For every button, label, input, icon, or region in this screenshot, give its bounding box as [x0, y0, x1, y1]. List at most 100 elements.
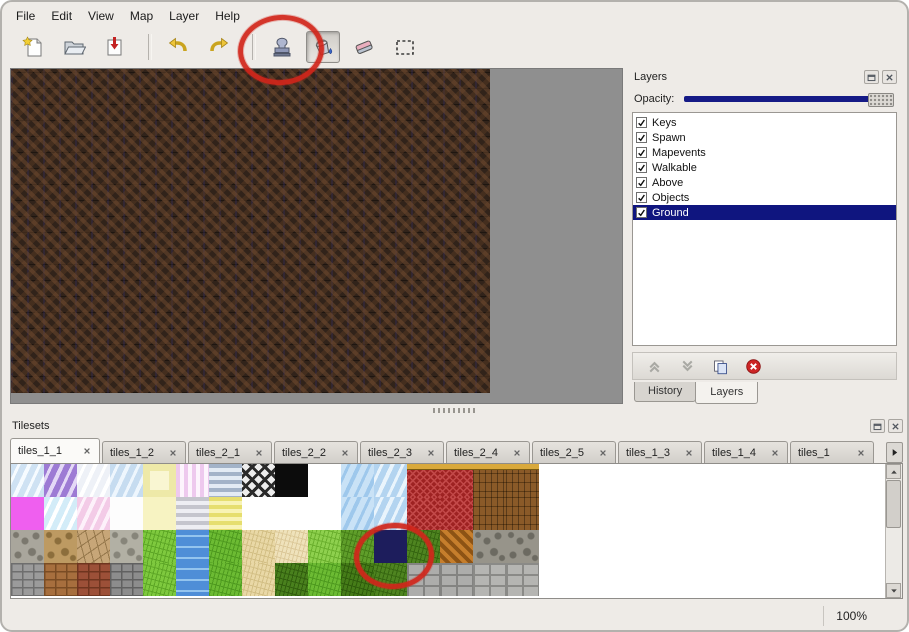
tile-carpet-red-trim[interactable] [440, 464, 473, 497]
horizontal-splitter[interactable] [10, 406, 897, 415]
tileset-tab-tiles_2_3[interactable]: tiles_2_3 [360, 441, 444, 463]
layer-row-above[interactable]: Above [633, 175, 896, 190]
tile-water-glint[interactable] [374, 497, 407, 530]
layer-visibility-checkbox[interactable] [636, 132, 647, 143]
tileset-tab-tiles_2_1[interactable]: tiles_2_1 [188, 441, 272, 463]
tileset-tab-tiles_2_2[interactable]: tiles_2_2 [274, 441, 358, 463]
tile-sand[interactable] [242, 563, 275, 596]
tile-brick-gray[interactable] [11, 563, 44, 596]
layer-visibility-checkbox[interactable] [636, 162, 647, 173]
tile-slabs[interactable] [440, 563, 473, 596]
opacity-slider[interactable] [684, 92, 894, 106]
opacity-slider-handle[interactable] [868, 93, 894, 107]
duplicate-layer-button[interactable] [709, 356, 731, 376]
tile-cream[interactable] [143, 497, 176, 530]
tab-close-icon[interactable] [770, 448, 780, 458]
layer-row-walkable[interactable]: Walkable [633, 160, 896, 175]
tile-carpet-red[interactable] [440, 497, 473, 530]
tileset-vertical-scrollbar[interactable] [885, 464, 902, 598]
tile-brick-brown[interactable] [44, 563, 77, 596]
tile-white[interactable] [275, 497, 308, 530]
layer-row-spawn[interactable]: Spawn [633, 130, 896, 145]
raise-layer-button[interactable] [643, 356, 665, 376]
tile-brick-red[interactable] [77, 563, 110, 596]
tile-water-deep[interactable] [176, 530, 209, 563]
tile-grass-mottled[interactable] [407, 530, 440, 563]
menu-layer[interactable]: Layer [161, 5, 207, 27]
tile-meadow[interactable] [341, 530, 374, 563]
map-canvas[interactable] [11, 69, 490, 393]
tilesets-panel-float-button[interactable] [870, 419, 885, 433]
scroll-down-button[interactable] [886, 583, 901, 598]
layer-row-ground[interactable]: Ground [633, 205, 896, 220]
tile-water-blue[interactable] [341, 464, 374, 497]
tile-grass-dark[interactable] [275, 563, 308, 596]
tile-earth-cracked[interactable] [77, 530, 110, 563]
tile-meadow-dark[interactable] [341, 563, 374, 596]
tile-planks[interactable] [506, 497, 539, 530]
tile-stripes-gray[interactable] [176, 497, 209, 530]
tab-close-icon[interactable] [82, 446, 92, 456]
layer-visibility-checkbox[interactable] [636, 117, 647, 128]
tab-close-icon[interactable] [254, 448, 264, 458]
save-button[interactable] [98, 31, 132, 63]
tile-pebbles[interactable] [110, 530, 143, 563]
layer-visibility-checkbox[interactable] [636, 207, 647, 218]
tab-close-icon[interactable] [340, 448, 350, 458]
tile-grass-green[interactable] [209, 563, 242, 596]
tile-grass-mottled[interactable] [374, 563, 407, 596]
tileset-tab-tiles_1_1[interactable]: tiles_1_1 [10, 438, 100, 463]
tile-water-glint[interactable] [374, 464, 407, 497]
tile-white[interactable] [110, 497, 143, 530]
tile-stripes-slate[interactable] [209, 464, 242, 497]
tile-planks-trim[interactable] [506, 464, 539, 497]
tab-layers[interactable]: Layers [695, 382, 758, 404]
layer-row-objects[interactable]: Objects [633, 190, 896, 205]
tile-planks[interactable] [473, 497, 506, 530]
tile-crystal-white[interactable] [77, 464, 110, 497]
tile-sand[interactable] [242, 530, 275, 563]
undo-button[interactable] [161, 31, 195, 63]
tab-close-icon[interactable] [168, 448, 178, 458]
bucket-fill-button[interactable] [306, 31, 340, 63]
layer-visibility-checkbox[interactable] [636, 177, 647, 188]
tilesets-panel-close-button[interactable] [888, 419, 903, 433]
tile-crystal-purple[interactable] [44, 464, 77, 497]
tile-brick-dark[interactable] [110, 563, 143, 596]
tile-carpet-red-trim[interactable] [407, 464, 440, 497]
tile-white[interactable] [308, 464, 341, 497]
menu-file[interactable]: File [8, 5, 43, 27]
tile-lattice[interactable] [242, 464, 275, 497]
layer-visibility-checkbox[interactable] [636, 147, 647, 158]
tile-stones[interactable] [473, 530, 506, 563]
open-folder-button[interactable] [57, 31, 91, 63]
tile-magenta[interactable] [11, 497, 44, 530]
tile-weave-rust[interactable] [440, 530, 473, 563]
tile-carpet-red[interactable] [407, 497, 440, 530]
eraser-button[interactable] [347, 31, 381, 63]
tile-white[interactable] [308, 497, 341, 530]
tile-slabs[interactable] [506, 563, 539, 596]
tile-grass-bright[interactable] [143, 563, 176, 596]
redo-button[interactable] [202, 31, 236, 63]
tile-rock-gray[interactable] [11, 530, 44, 563]
tile-water-deep[interactable] [176, 563, 209, 596]
tile-planks-trim[interactable] [473, 464, 506, 497]
tab-close-icon[interactable] [598, 448, 608, 458]
tab-close-icon[interactable] [684, 448, 694, 458]
tile-grass-green[interactable] [308, 563, 341, 596]
delete-layer-button[interactable] [742, 356, 764, 376]
stamp-button[interactable] [265, 31, 299, 63]
tile-grass-lime[interactable] [308, 530, 341, 563]
menu-edit[interactable]: Edit [43, 5, 80, 27]
layer-visibility-checkbox[interactable] [636, 192, 647, 203]
tile-water-pale[interactable] [110, 464, 143, 497]
tileset-tab-tiles_1[interactable]: tiles_1 [790, 441, 874, 463]
map-viewport[interactable] [10, 68, 623, 404]
tile-water-sky[interactable] [11, 464, 44, 497]
scroll-up-button[interactable] [886, 464, 901, 479]
opacity-slider-track[interactable] [684, 96, 894, 102]
tab-close-icon[interactable] [426, 448, 436, 458]
rect-select-button[interactable] [388, 31, 422, 63]
tile-black[interactable] [275, 464, 308, 497]
